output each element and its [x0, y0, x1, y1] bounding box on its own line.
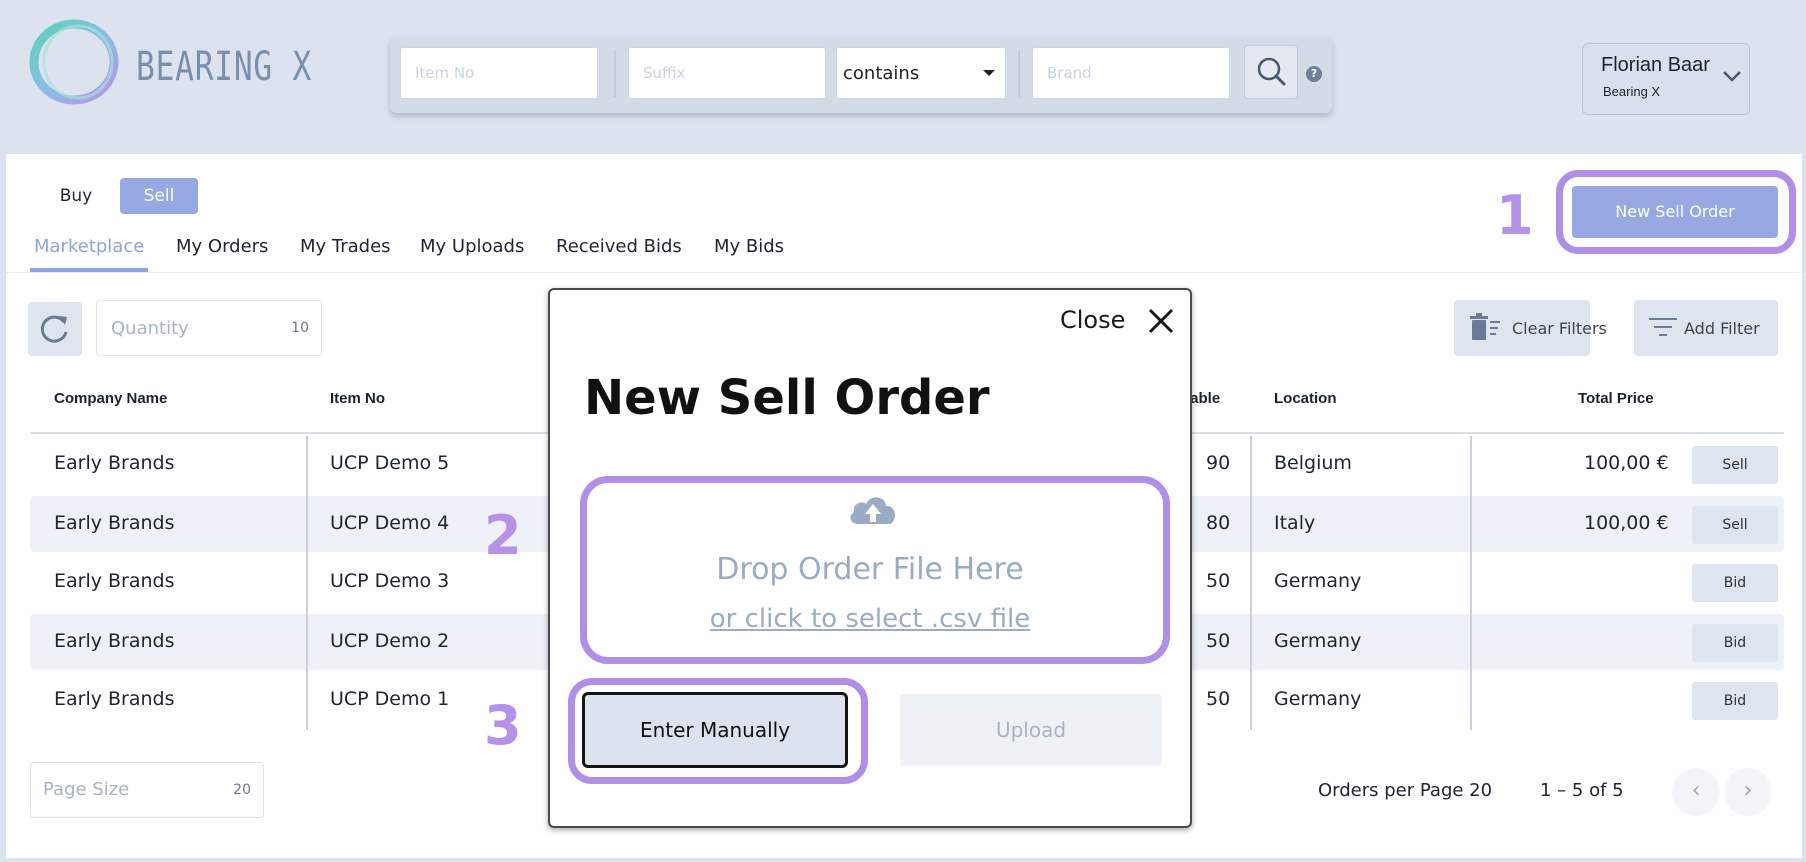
cell-available: 80	[1206, 512, 1231, 534]
cell-location: Germany	[1274, 570, 1362, 592]
sell-button[interactable]: Sell	[1692, 506, 1778, 544]
quantity-filter[interactable]: Quantity 10	[96, 300, 322, 356]
cell-item-no: UCP Demo 5	[330, 452, 450, 474]
cell-company: Early Brands	[54, 512, 175, 534]
callout-highlight-1	[1556, 170, 1796, 254]
clear-filters-button[interactable]: Clear Filters	[1454, 300, 1607, 356]
page-size-select[interactable]: Page Size 20	[30, 762, 264, 818]
match-mode-select[interactable]: contains	[836, 47, 1006, 99]
tab-my-bids[interactable]: My Bids	[714, 236, 784, 257]
quantity-label: Quantity	[111, 318, 189, 339]
cell-company: Early Brands	[54, 452, 175, 474]
buy-toggle[interactable]: Buy	[36, 178, 116, 214]
column-header-company[interactable]: Company Name	[54, 390, 167, 407]
tabs-divider	[6, 272, 1802, 273]
dialog-title: New Sell Order	[584, 370, 990, 426]
search-icon	[1257, 57, 1286, 86]
column-header-item-no[interactable]: Item No	[330, 390, 385, 407]
user-org: Bearing X	[1603, 84, 1661, 99]
new-sell-order-dialog: Close New Sell Order Drop Order File Her…	[548, 288, 1192, 828]
cell-total-price: 100,00 €	[1584, 512, 1669, 534]
sell-toggle[interactable]: Sell	[120, 178, 198, 214]
refresh-button[interactable]	[28, 302, 82, 356]
match-mode-value: contains	[843, 63, 920, 84]
filter-icon	[1649, 318, 1677, 336]
orders-per-page: Orders per Page 20	[1318, 780, 1493, 801]
tab-my-uploads[interactable]: My Uploads	[420, 236, 524, 257]
cell-available: 90	[1206, 452, 1231, 474]
search-divider	[1018, 51, 1020, 97]
cell-item-no: UCP Demo 1	[330, 688, 450, 710]
column-separator	[1250, 436, 1252, 730]
column-separator	[306, 436, 308, 730]
tab-received-bids[interactable]: Received Bids	[556, 236, 682, 257]
add-filter-label: Add Filter	[1684, 319, 1760, 338]
search-bar: contains ?	[390, 37, 1332, 113]
column-header-location[interactable]: Location	[1274, 390, 1337, 407]
cell-available: 50	[1206, 630, 1231, 652]
trash-filter-icon	[1470, 313, 1500, 340]
cell-location: Belgium	[1274, 452, 1352, 474]
help-icon[interactable]: ?	[1306, 66, 1322, 82]
brand-name: BEARING X	[136, 44, 313, 90]
callout-number-2: 2	[484, 504, 522, 567]
callout-highlight-2	[580, 476, 1170, 664]
item-no-input[interactable]	[400, 47, 598, 99]
cell-total-price: 100,00 €	[1584, 452, 1669, 474]
chevron-down-icon	[1723, 71, 1741, 82]
next-page-button[interactable]: ›	[1724, 768, 1772, 816]
cell-location: Germany	[1274, 688, 1362, 710]
callout-number-3: 3	[484, 694, 522, 757]
page-size-label: Page Size	[43, 779, 130, 800]
close-label[interactable]: Close	[1060, 306, 1125, 334]
tab-my-trades[interactable]: My Trades	[300, 236, 391, 257]
cell-available: 50	[1206, 570, 1231, 592]
column-separator	[1470, 436, 1472, 730]
cell-item-no: UCP Demo 4	[330, 512, 450, 534]
refresh-icon	[40, 315, 68, 343]
quantity-value: 10	[291, 320, 309, 336]
app-header: BEARING X contains ? Florian Baar Bearin…	[0, 0, 1806, 152]
close-icon[interactable]	[1146, 306, 1176, 336]
cell-company: Early Brands	[54, 570, 175, 592]
bid-button[interactable]: Bid	[1692, 624, 1778, 662]
column-header-total-price[interactable]: Total Price	[1578, 390, 1654, 407]
bid-button[interactable]: Bid	[1692, 564, 1778, 602]
cell-item-no: UCP Demo 2	[330, 630, 450, 652]
cell-location: Germany	[1274, 630, 1362, 652]
callout-number-1: 1	[1496, 184, 1534, 247]
add-filter-button[interactable]: Add Filter	[1634, 300, 1778, 356]
clear-filters-label: Clear Filters	[1512, 319, 1607, 338]
cell-available: 50	[1206, 688, 1231, 710]
pagination-range: 1 – 5 of 5	[1540, 780, 1624, 801]
tab-marketplace[interactable]: Marketplace	[34, 236, 144, 257]
search-divider	[614, 51, 616, 97]
callout-highlight-3	[568, 678, 868, 784]
cell-location: Italy	[1274, 512, 1316, 534]
cell-company: Early Brands	[54, 688, 175, 710]
user-menu[interactable]: Florian Baar Bearing X	[1582, 43, 1750, 115]
caret-down-icon	[983, 70, 995, 76]
bid-button[interactable]: Bid	[1692, 682, 1778, 720]
sell-button[interactable]: Sell	[1692, 446, 1778, 484]
upload-button[interactable]: Upload	[900, 694, 1162, 766]
page-size-value: 20	[233, 782, 251, 798]
bearing-x-logo-icon	[29, 19, 119, 105]
cell-company: Early Brands	[54, 630, 175, 652]
suffix-input[interactable]	[628, 47, 826, 99]
prev-page-button[interactable]: ‹	[1672, 768, 1720, 816]
tab-my-orders[interactable]: My Orders	[176, 236, 268, 257]
search-button[interactable]	[1244, 45, 1298, 99]
cell-item-no: UCP Demo 3	[330, 570, 450, 592]
user-name: Florian Baar	[1601, 54, 1710, 76]
brand-input[interactable]	[1032, 47, 1230, 99]
